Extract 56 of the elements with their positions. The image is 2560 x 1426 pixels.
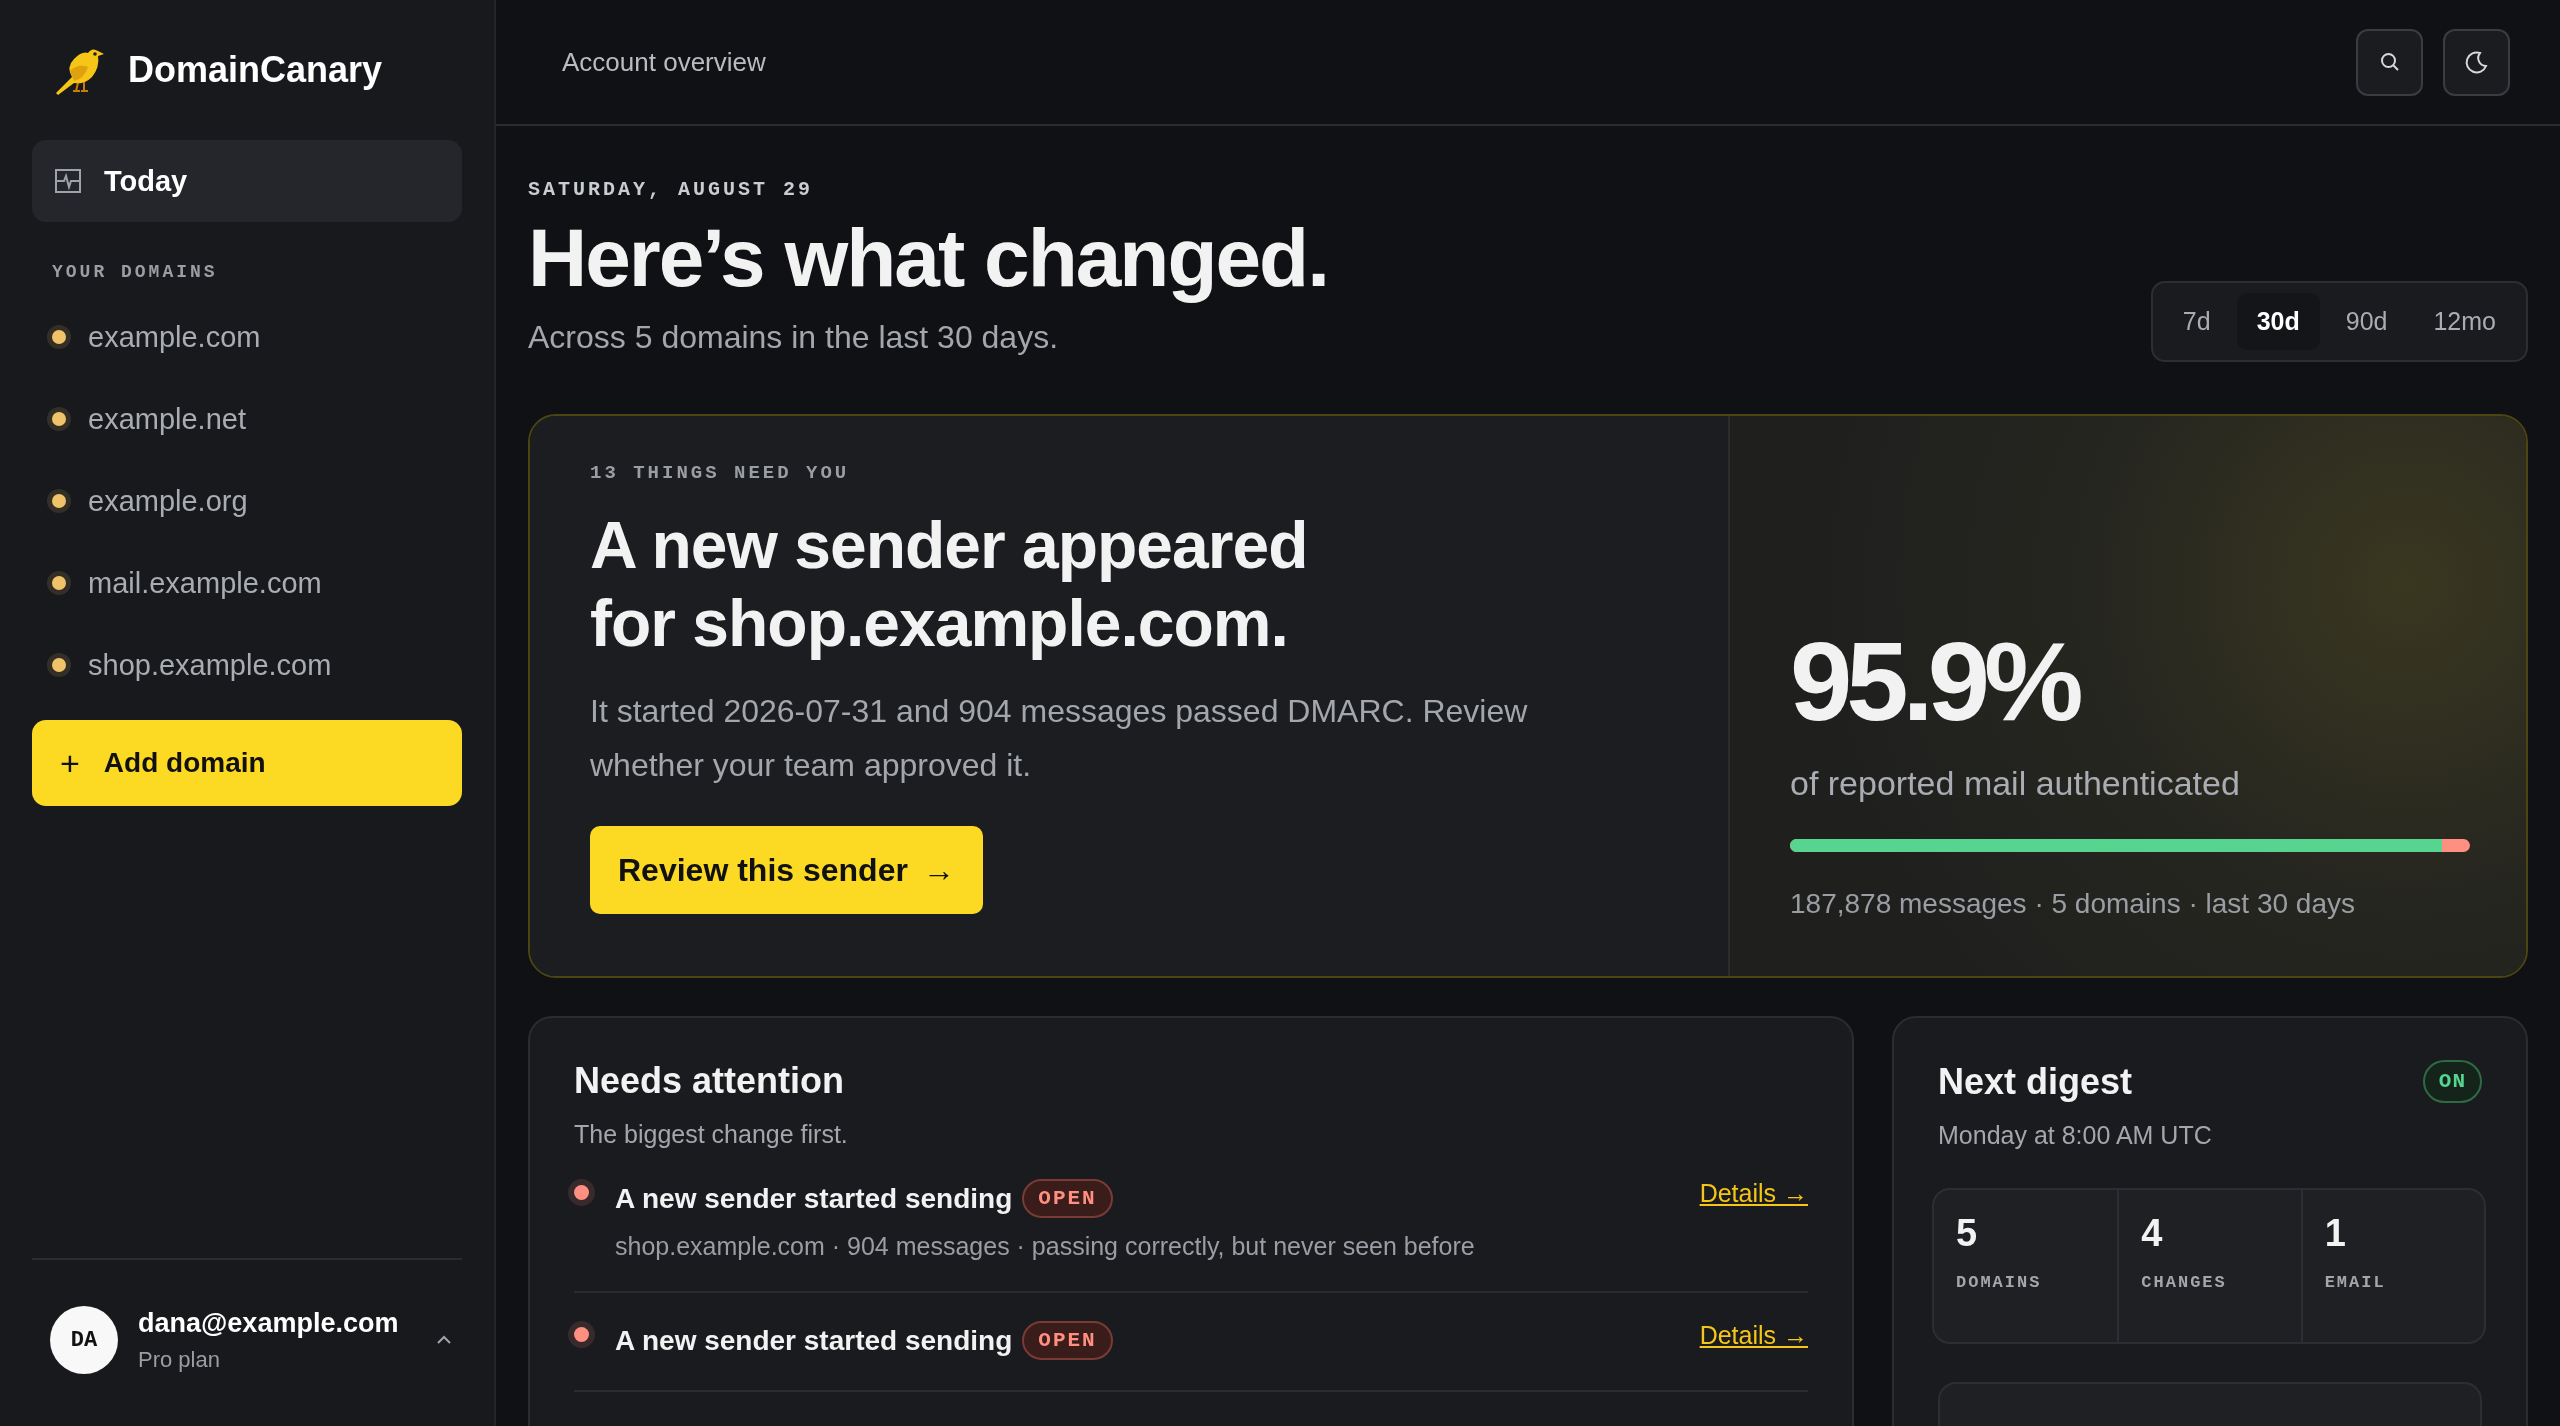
card-title: Next digest	[1938, 1060, 2133, 1103]
stat-value: 1	[2324, 1212, 2347, 1256]
domain-name: shop.example.com	[88, 648, 332, 682]
search-button[interactable]	[2356, 28, 2423, 96]
eyebrow-label: 13 THINGS NEED YOU	[590, 462, 851, 485]
hero-text: It started 2026-07-31 and 904 messages passed DMARC. Review whether your team approved it.	[590, 692, 1529, 786]
user-plan: Pro plan	[138, 1346, 221, 1373]
user-email: dana@example.com	[138, 1307, 399, 1339]
stat-label: CHANGES	[2141, 1273, 2228, 1293]
review-button[interactable]: Review this sender →	[590, 826, 983, 915]
percentage-value: 95.9%	[1790, 626, 2080, 739]
domain-name: example.org	[88, 484, 248, 518]
domain-item[interactable]: example.org	[32, 460, 462, 542]
stat-value: 4	[2141, 1212, 2164, 1256]
domain-item[interactable]: example.net	[32, 378, 462, 460]
plus-icon: +	[60, 743, 80, 783]
page-heading: Here’s what changed.	[528, 215, 1328, 302]
item-title: A new sender started sending	[615, 1182, 1013, 1215]
theme-button[interactable]	[2443, 28, 2510, 96]
domain-item[interactable]: shop.example.com	[32, 624, 462, 706]
card-subtitle: Monday at 8:00 AM UTC	[1938, 1121, 2213, 1151]
range-tab[interactable]: 30d	[2236, 293, 2320, 351]
domain-item[interactable]: mail.example.com	[32, 542, 462, 624]
range-tab[interactable]: 7d	[2162, 293, 2231, 351]
stat-value: 5	[1956, 1212, 1979, 1256]
stats-footer: 187,878 messages · 5 domains · last 30 days	[1790, 888, 2470, 921]
range-tab[interactable]: 90d	[2325, 293, 2408, 351]
domain-item[interactable]: example.com	[32, 296, 462, 378]
nav-item[interactable]: Today	[32, 140, 462, 222]
details-link[interactable]: Details →	[1699, 1179, 1808, 1209]
percentage-caption: of reported mail authenticated	[1790, 764, 2241, 804]
item-title: A new sender started sending	[615, 1324, 1013, 1357]
brand-name: DomainCanary	[128, 49, 383, 91]
stat-label: DOMAINS	[1956, 1273, 2043, 1293]
item-meta: shop.example.com · 904 messages · passing correctly, but never seen before	[615, 1232, 1476, 1262]
status-badge: OPEN	[1022, 1321, 1113, 1361]
page-subtitle: Across 5 domains in the last 30 days.	[528, 319, 1060, 357]
card-subtitle: The biggest change first.	[574, 1120, 849, 1150]
card-title: Needs attention	[574, 1060, 846, 1103]
range-tab[interactable]: 12mo	[2413, 293, 2516, 351]
domain-name: example.com	[88, 320, 261, 354]
details-link[interactable]: Details →	[1699, 1321, 1808, 1351]
caret-icon[interactable]	[436, 1335, 453, 1345]
date-label: SATURDAY, AUGUST 29	[528, 178, 815, 201]
moon-icon	[2463, 49, 2490, 75]
add-domain-button[interactable]: + Add domain	[32, 720, 462, 806]
pulse-icon	[54, 167, 82, 195]
avatar: DA	[50, 1306, 118, 1374]
domain-name: mail.example.com	[88, 566, 322, 600]
domain-name: example.net	[88, 402, 246, 436]
stat-label: EMAIL	[2324, 1273, 2387, 1293]
hero-title: A new sender appeared for shop.example.com.	[590, 507, 1309, 663]
page-title: Account overview	[562, 46, 766, 78]
status-badge: ON	[2422, 1060, 2482, 1104]
status-badge: OPEN	[1022, 1179, 1113, 1219]
section-label: YOUR DOMAINS	[52, 262, 219, 282]
